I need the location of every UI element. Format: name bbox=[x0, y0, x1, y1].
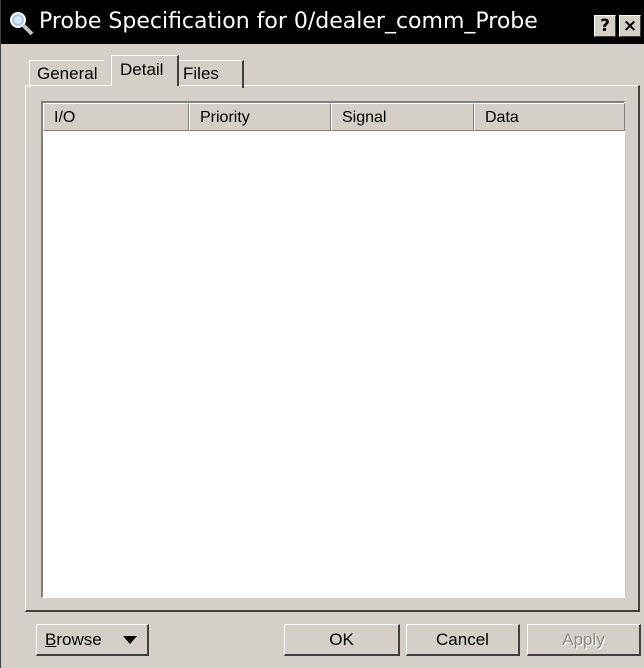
tab-detail[interactable]: Detail bbox=[111, 55, 179, 86]
window-title: Probe Specification for 0/dealer_comm_Pr… bbox=[39, 9, 538, 34]
tab-general[interactable]: General bbox=[29, 60, 105, 88]
cancel-button[interactable]: Cancel bbox=[406, 624, 520, 656]
close-button[interactable]: × bbox=[619, 15, 641, 37]
help-button[interactable]: ? bbox=[594, 15, 616, 37]
column-header-signal[interactable]: Signal bbox=[331, 103, 474, 131]
list-header: I/O Priority Signal Data bbox=[43, 103, 625, 131]
dropdown-arrow-icon bbox=[123, 636, 137, 644]
apply-button[interactable]: Apply bbox=[527, 624, 641, 656]
probe-specification-dialog: Probe Specification for 0/dealer_comm_Pr… bbox=[0, 0, 644, 668]
browse-mnemonic: B bbox=[45, 630, 57, 649]
magnifier-probe-icon bbox=[10, 12, 34, 36]
ok-button[interactable]: OK bbox=[284, 624, 400, 656]
browse-button[interactable]: Browse bbox=[36, 624, 149, 656]
detail-list-view[interactable]: I/O Priority Signal Data bbox=[41, 101, 625, 598]
column-header-io[interactable]: I/O bbox=[43, 103, 189, 131]
tab-files[interactable]: Files bbox=[178, 60, 244, 88]
column-header-data[interactable]: Data bbox=[474, 103, 625, 131]
browse-label: rowse bbox=[56, 630, 102, 649]
column-header-priority[interactable]: Priority bbox=[189, 103, 331, 131]
title-bar[interactable]: Probe Specification for 0/dealer_comm_Pr… bbox=[1, 0, 644, 44]
